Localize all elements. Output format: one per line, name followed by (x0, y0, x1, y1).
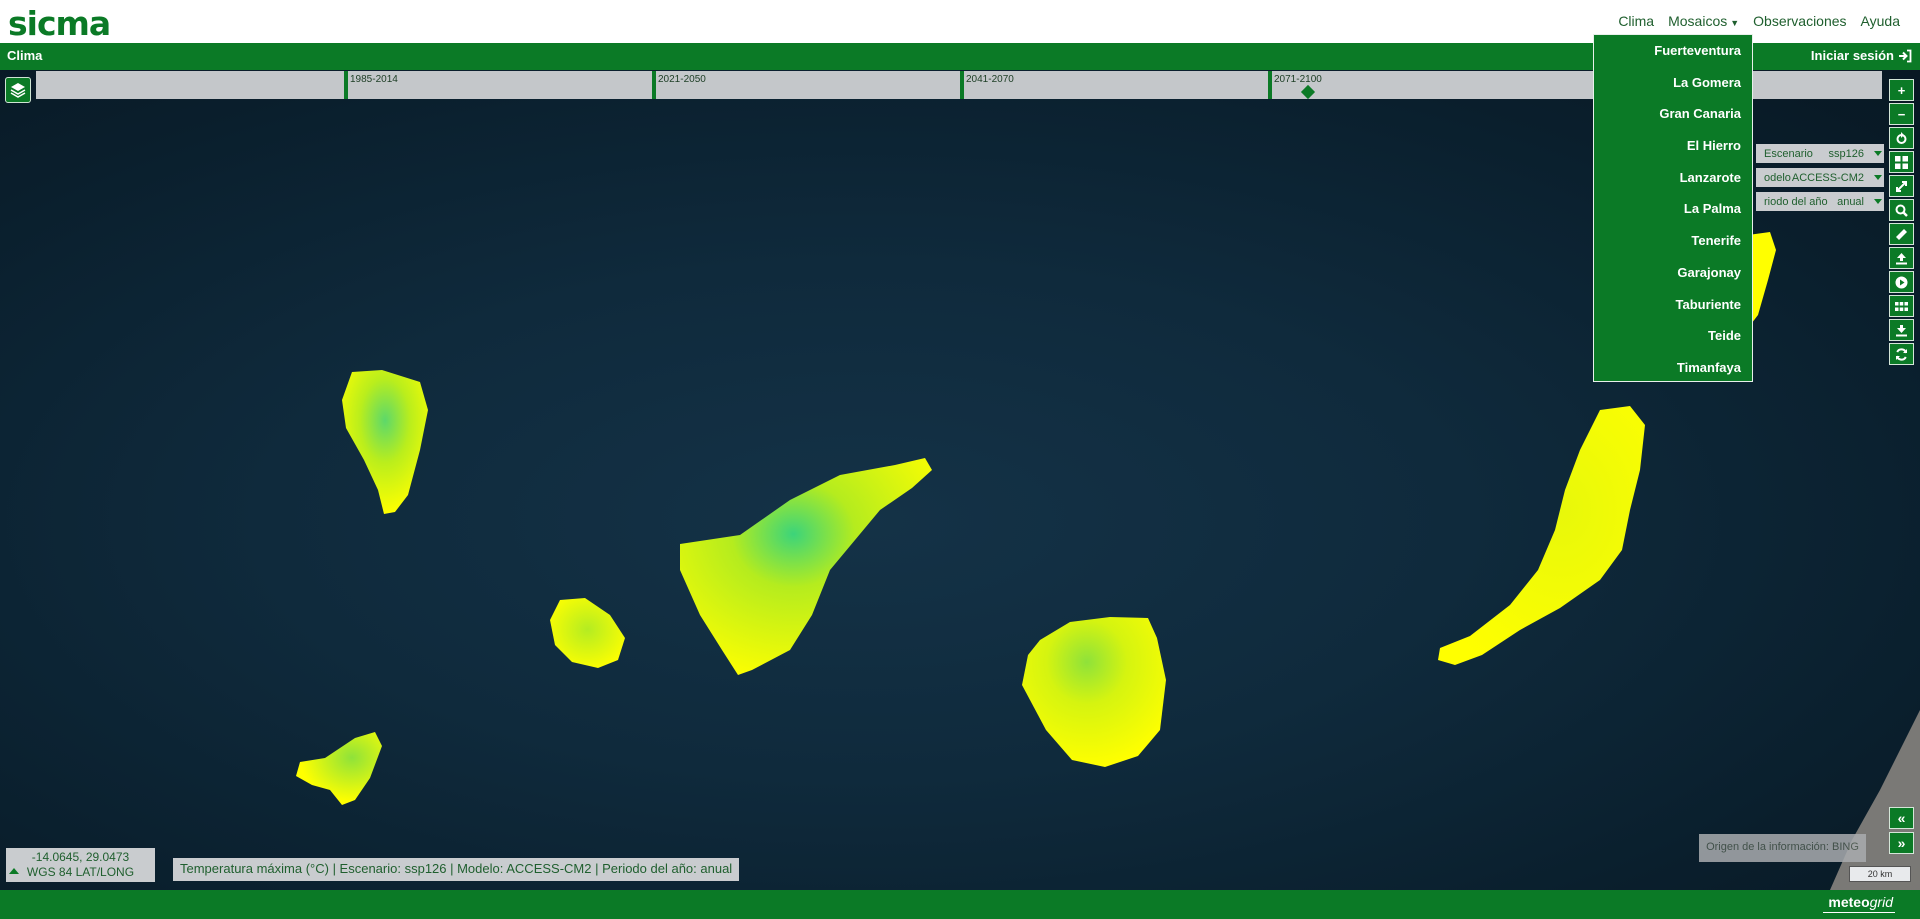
nav-mosaicos-label: Mosaicos (1668, 13, 1728, 29)
island-la-palma (342, 370, 428, 514)
escenario-label: Escenario (1764, 147, 1813, 160)
sign-in-icon (1899, 49, 1912, 62)
play-icon (1895, 276, 1908, 288)
menu-item-el-hierro[interactable]: El Hierro (1594, 130, 1752, 162)
island-tenerife (680, 458, 932, 675)
map-toolbar: + − (1889, 79, 1914, 367)
upload-button[interactable] (1889, 247, 1914, 269)
download-button[interactable] (1889, 319, 1914, 341)
periodo-label: riodo del año (1764, 195, 1828, 208)
refresh-icon (1896, 347, 1907, 361)
island-gran-canaria (1022, 617, 1166, 767)
meteogrid-logo[interactable]: meteogrid (1828, 894, 1893, 910)
grid-view-button[interactable] (1889, 151, 1914, 173)
refresh-button[interactable] (1889, 343, 1914, 365)
modelo-select[interactable]: odelo ACCESS-CM2 (1756, 168, 1884, 187)
modelo-label: odelo (1764, 171, 1791, 184)
magnifier-icon (1895, 204, 1908, 217)
menu-item-tenerife[interactable]: Tenerife (1594, 225, 1752, 257)
layer-legend: Temperatura máxima (°C) | Escenario: ssp… (173, 858, 740, 881)
download-icon (1896, 324, 1907, 336)
expand-icon (1896, 180, 1907, 192)
menu-item-garajonay[interactable]: Garajonay (1594, 257, 1752, 289)
menu-item-la-gomera[interactable]: La Gomera (1594, 67, 1752, 99)
scale-bar: 20 km (1849, 866, 1911, 882)
nav-observaciones[interactable]: Observaciones (1753, 13, 1846, 29)
menu-item-teide[interactable]: Teide (1594, 320, 1752, 352)
timeline-tick[interactable] (652, 71, 656, 99)
layers-icon (10, 83, 26, 98)
menu-item-fuerteventura[interactable]: Fuerteventura (1594, 35, 1752, 67)
upload-icon (1896, 252, 1907, 264)
timeline-tick[interactable] (1268, 71, 1272, 99)
play-button[interactable] (1889, 271, 1914, 293)
section-title: Clima (7, 48, 43, 63)
timeline-label[interactable]: 2041-2070 (966, 74, 1014, 85)
coordinates-panel: -14.0645, 29.0473 WGS 84 LAT/LONG (6, 848, 155, 882)
menu-item-lanzarote[interactable]: Lanzarote (1594, 162, 1752, 194)
coordinates-value: -14.0645, 29.0473 (31, 850, 130, 864)
top-nav: Clima Mosaicos ▼ Observaciones Ayuda (1618, 13, 1900, 29)
ruler-icon (1896, 228, 1907, 240)
brand-part-b: grid (1869, 894, 1893, 910)
timeline-label[interactable]: 1985-2014 (350, 74, 398, 85)
modelo-value: ACCESS-CM2 (1791, 171, 1864, 184)
chevron-down-icon (1874, 151, 1882, 156)
timeline-tick[interactable] (344, 71, 348, 99)
apps-button[interactable] (1889, 295, 1914, 317)
footer-divider (1823, 912, 1895, 913)
grid-icon (1895, 155, 1908, 169)
sicma-logo[interactable]: sicma (8, 4, 111, 43)
layers-button[interactable] (5, 77, 31, 103)
rotate-icon (1896, 131, 1907, 144)
data-source-label: Origen de la información: BING (1699, 834, 1866, 862)
brand-part-a: meteo (1828, 894, 1870, 910)
caret-down-icon: ▼ (1730, 18, 1740, 28)
menu-item-gran-canaria[interactable]: Gran Canaria (1594, 98, 1752, 130)
footer-bar: meteogrid (0, 890, 1920, 919)
apps-icon (1895, 301, 1908, 311)
expand-panel-button[interactable]: » (1889, 832, 1914, 854)
timeline-label[interactable]: 2021-2050 (658, 74, 706, 85)
island-la-gomera (550, 598, 625, 668)
menu-item-taburiente[interactable]: Taburiente (1594, 289, 1752, 321)
nav-ayuda[interactable]: Ayuda (1861, 13, 1900, 29)
mainland-coast (1830, 710, 1920, 890)
chevron-down-icon (1874, 199, 1882, 204)
timeline-tick[interactable] (960, 71, 964, 99)
timeline-marker[interactable] (1300, 84, 1316, 100)
zoom-out-button[interactable]: − (1889, 103, 1914, 125)
collapse-panel-button[interactable]: « (1889, 807, 1914, 829)
mosaicos-dropdown: Fuerteventura La Gomera Gran Canaria El … (1593, 34, 1753, 382)
periodo-select[interactable]: riodo del año anual (1756, 192, 1884, 211)
triangle-up-icon[interactable] (9, 868, 19, 874)
menu-item-timanfaya[interactable]: Timanfaya (1594, 352, 1752, 384)
rotate-button[interactable] (1889, 127, 1914, 149)
login-button[interactable]: Iniciar sesión (1811, 48, 1912, 63)
island-fuerteventura (1438, 406, 1645, 665)
login-label: Iniciar sesión (1810, 48, 1894, 63)
fullscreen-button[interactable] (1889, 175, 1914, 197)
island-el-hierro (296, 732, 382, 805)
menu-item-la-palma[interactable]: La Palma (1594, 193, 1752, 225)
coordinates-system: WGS 84 LAT/LONG (26, 865, 135, 879)
timeline-label[interactable]: 2071-2100 (1274, 74, 1322, 85)
nav-mosaicos[interactable]: Mosaicos ▼ (1668, 13, 1739, 29)
chevron-down-icon (1874, 175, 1882, 180)
nav-clima[interactable]: Clima (1618, 13, 1654, 29)
zoom-area-button[interactable] (1889, 199, 1914, 221)
escenario-select[interactable]: Escenario ssp126 (1756, 144, 1884, 163)
zoom-in-button[interactable]: + (1889, 79, 1914, 101)
measure-button[interactable] (1889, 223, 1914, 245)
